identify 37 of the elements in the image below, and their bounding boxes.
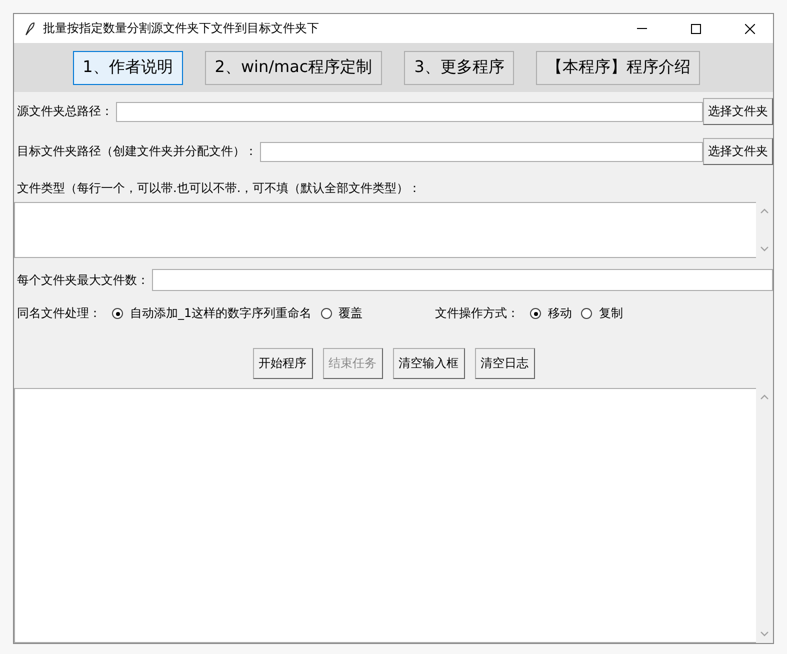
feather-icon <box>25 22 35 36</box>
path-field[interactable] <box>116 102 703 122</box>
radio-label[interactable]: 复制 <box>599 305 623 322</box>
radio-label[interactable]: 移动 <box>548 305 572 322</box>
choose-folder-button[interactable]: 选择文件夹 <box>703 138 773 165</box>
close-icon <box>745 24 755 34</box>
minimize-icon <box>637 28 647 29</box>
top-button[interactable]: 2、win/mac程序定制 <box>204 50 382 84</box>
radio-group-label: 文件操作方式： <box>435 305 519 322</box>
action-button[interactable]: 清空输入框 <box>392 348 464 379</box>
field-label: 源文件夹总路径： <box>17 103 113 120</box>
scroll-up-icon[interactable] <box>760 394 769 400</box>
radio-button[interactable] <box>530 308 541 319</box>
field-label: 文件类型（每行一个，可以带.也可以不带.，可不填（默认全部文件类型）： <box>16 180 422 197</box>
maximize-icon <box>691 24 701 34</box>
radio-button[interactable] <box>320 308 332 319</box>
path-field[interactable] <box>260 142 703 162</box>
top-button[interactable]: 1、作者说明 <box>72 50 183 84</box>
field-label: 目标文件夹路径（创建文件夹并分配文件）： <box>17 143 257 160</box>
radio-button[interactable] <box>112 308 123 319</box>
radio-label[interactable]: 覆盖 <box>338 305 363 322</box>
action-button[interactable]: 开始程序 <box>252 348 312 379</box>
choose-folder-button[interactable]: 选择文件夹 <box>703 98 773 125</box>
null[interactable] <box>14 202 756 258</box>
window-title: 批量按指定数量分割源文件夹下文件到目标文件夹下 <box>43 20 320 37</box>
radio-group-label: 同名文件处理： <box>17 305 101 322</box>
scroll-up-icon[interactable] <box>760 208 769 214</box>
top-button[interactable]: 3、更多程序 <box>404 50 514 84</box>
scroll-down-icon[interactable] <box>760 246 769 252</box>
scrollbar[interactable] <box>756 388 773 643</box>
max-files-field[interactable] <box>152 269 773 291</box>
radio-button[interactable] <box>581 308 592 319</box>
scroll-down-icon[interactable] <box>760 631 769 637</box>
radio-label[interactable]: 自动添加_1这样的数字序列重命名 <box>130 305 312 322</box>
field-label: 每个文件夹最大文件数： <box>17 272 149 288</box>
action-button[interactable]: 清空日志 <box>474 348 534 379</box>
top-button[interactable]: 【本程序】程序介绍 <box>536 50 700 84</box>
